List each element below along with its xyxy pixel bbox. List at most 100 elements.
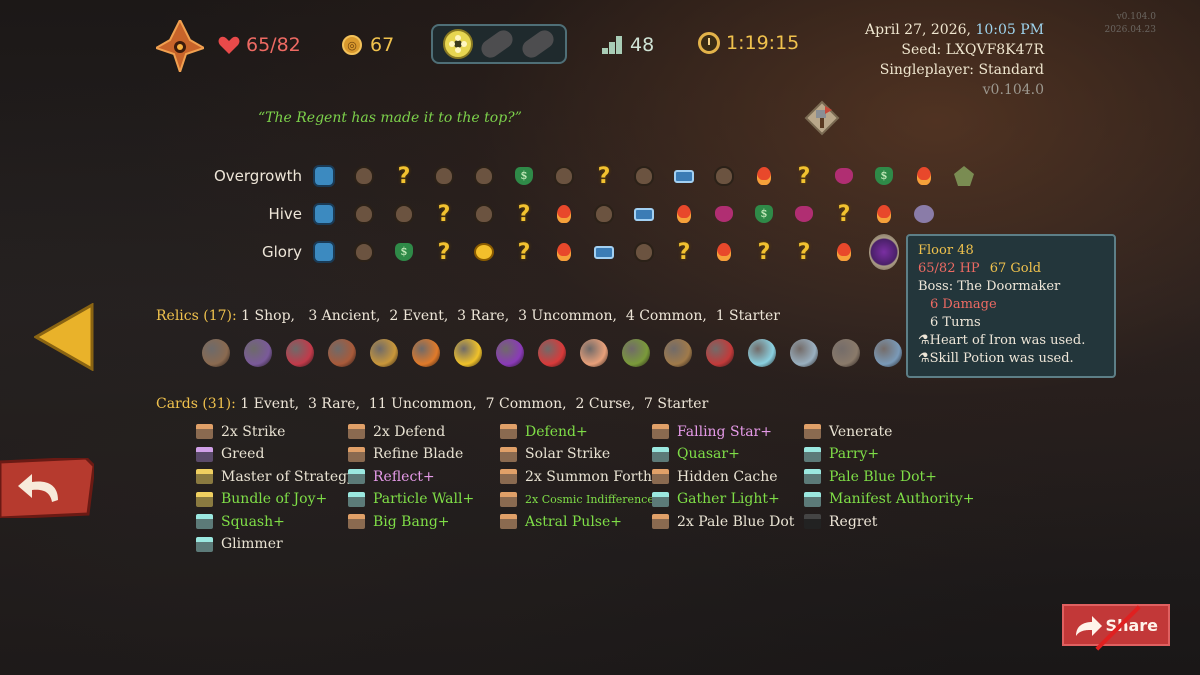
rock-relic-icon[interactable] <box>198 334 234 372</box>
claw-relic-icon[interactable] <box>282 334 318 372</box>
map-node-monster-icon[interactable] <box>424 163 464 189</box>
chess-knight-relic-icon[interactable] <box>660 334 696 372</box>
card-entry[interactable]: 2x Pale Blue Dot <box>652 512 804 532</box>
flower-pot-relic-icon[interactable] <box>618 334 654 372</box>
card-entry[interactable]: Regret <box>804 512 956 532</box>
card-entry[interactable]: 2x Strike <box>196 422 348 442</box>
card-entry[interactable]: Refine Blade <box>348 445 500 465</box>
card-entry[interactable]: Venerate <box>804 422 956 442</box>
map-node-monster-icon[interactable] <box>464 163 504 189</box>
potion-slot-filled[interactable] <box>442 29 473 59</box>
scroll-relic-icon[interactable] <box>870 334 906 372</box>
map-node-monster-icon[interactable] <box>624 239 664 265</box>
map-node-chest-icon[interactable] <box>624 201 664 227</box>
map-node-chest-icon[interactable] <box>584 239 624 265</box>
meat-relic-icon[interactable] <box>324 334 360 372</box>
card-entry[interactable]: Quasar+ <box>652 445 804 465</box>
map-node-monster-icon[interactable] <box>384 201 424 227</box>
potion-slot-empty[interactable] <box>477 26 517 62</box>
card-entry[interactable]: Astral Pulse+ <box>500 512 652 532</box>
potion-slot-empty[interactable] <box>519 26 558 62</box>
card-entry[interactable]: Hidden Cache <box>652 467 804 487</box>
map-node-unknown-icon[interactable]: ? <box>584 163 624 189</box>
map-node-rest-icon[interactable] <box>664 201 704 227</box>
map-node-unknown-icon[interactable]: ? <box>504 239 544 265</box>
map-node-unknown-icon[interactable]: ? <box>384 163 424 189</box>
map-node-shop-icon[interactable]: $ <box>384 239 424 265</box>
map-node-ancient-icon[interactable] <box>304 201 344 227</box>
candy-relic-icon[interactable] <box>576 334 612 372</box>
map-node-monster-icon[interactable] <box>584 201 624 227</box>
map-node-chest-icon[interactable] <box>664 163 704 189</box>
map-node-monster-icon[interactable] <box>344 201 384 227</box>
map-node-monster-icon[interactable] <box>704 163 744 189</box>
card-entry[interactable]: Reflect+ <box>348 467 500 487</box>
share-button[interactable]: Share <box>1062 604 1170 646</box>
crystal-ball-relic-icon[interactable] <box>492 334 528 372</box>
card-entry[interactable]: Falling Star+ <box>652 422 804 442</box>
bead-necklace-relic-icon[interactable] <box>744 334 780 372</box>
map-node-boss-icon[interactable] <box>904 201 944 227</box>
ship-wheel-relic-icon[interactable] <box>786 334 822 372</box>
back-button[interactable] <box>0 458 94 518</box>
map-axe-icon[interactable] <box>804 100 840 136</box>
card-entry[interactable]: Pale Blue Dot+ <box>804 467 956 487</box>
card-entry[interactable]: Big Bang+ <box>348 512 500 532</box>
card-entry[interactable]: Gather Light+ <box>652 490 804 510</box>
map-node-unknown-icon[interactable]: ? <box>824 201 864 227</box>
map-node-rest-icon[interactable] <box>824 239 864 265</box>
orb-relic-icon[interactable] <box>240 334 276 372</box>
card-entry[interactable]: Manifest Authority+ <box>804 490 975 510</box>
anvil-relic-icon[interactable] <box>828 334 864 372</box>
map-node-monster-icon[interactable] <box>344 163 384 189</box>
card-type-icon <box>652 469 669 485</box>
gold-display: ◎ 67 <box>342 34 394 56</box>
map-node-unknown-icon[interactable]: ? <box>744 239 784 265</box>
map-node-unknown-icon[interactable]: ? <box>504 201 544 227</box>
map-node-unknown-icon[interactable]: ? <box>784 163 824 189</box>
card-entry[interactable]: 2x Defend <box>348 422 500 442</box>
map-node-rest-icon[interactable] <box>744 163 784 189</box>
map-node-shop-icon[interactable]: $ <box>744 201 784 227</box>
key-relic-icon[interactable] <box>366 334 402 372</box>
map-node-portal-icon[interactable] <box>864 234 904 270</box>
card-entry[interactable]: Particle Wall+ <box>348 490 500 510</box>
map-node-boss-icon[interactable] <box>944 163 984 189</box>
card-entry[interactable]: Solar Strike <box>500 445 652 465</box>
card-entry[interactable]: Squash+ <box>196 512 348 532</box>
card-entry[interactable]: 2x Summon Forth <box>500 467 652 487</box>
map-node-rest-icon[interactable] <box>864 201 904 227</box>
previous-run-arrow-icon[interactable] <box>34 303 94 371</box>
map-node-unknown-icon[interactable]: ? <box>424 201 464 227</box>
card-entry[interactable]: Master of Strategy <box>196 467 355 487</box>
card-entry[interactable]: Bundle of Joy+ <box>196 490 348 510</box>
map-node-shop-icon[interactable]: $ <box>504 163 544 189</box>
strawberry-relic-icon[interactable] <box>534 334 570 372</box>
shuriken-relic-icon[interactable] <box>408 334 444 372</box>
map-node-rest-icon[interactable] <box>904 163 944 189</box>
map-node-gold-icon[interactable] <box>464 239 504 265</box>
sun-relic-icon[interactable] <box>450 334 486 372</box>
map-node-rest-icon[interactable] <box>544 239 584 265</box>
card-entry[interactable]: Parry+ <box>804 445 956 465</box>
map-node-rest-icon[interactable] <box>544 201 584 227</box>
map-node-elite-icon[interactable] <box>824 163 864 189</box>
card-entry[interactable]: 2x Cosmic Indifference+ <box>500 490 663 510</box>
map-node-elite-icon[interactable] <box>784 201 824 227</box>
map-node-monster-icon[interactable] <box>624 163 664 189</box>
map-node-unknown-icon[interactable]: ? <box>424 239 464 265</box>
map-node-unknown-icon[interactable]: ? <box>664 239 704 265</box>
map-node-ancient-icon[interactable] <box>304 163 344 189</box>
map-node-monster-icon[interactable] <box>544 163 584 189</box>
map-node-unknown-icon[interactable]: ? <box>784 239 824 265</box>
map-node-rest-icon[interactable] <box>704 239 744 265</box>
card-entry[interactable]: Glimmer <box>196 535 348 555</box>
card-entry[interactable]: Defend+ <box>500 422 652 442</box>
scarf-relic-icon[interactable] <box>702 334 738 372</box>
card-entry[interactable]: Greed <box>196 445 348 465</box>
map-node-ancient-icon[interactable] <box>304 239 344 265</box>
map-node-monster-icon[interactable] <box>464 201 504 227</box>
map-node-shop-icon[interactable]: $ <box>864 163 904 189</box>
map-node-elite-icon[interactable] <box>704 201 744 227</box>
map-node-monster-icon[interactable] <box>344 239 384 265</box>
